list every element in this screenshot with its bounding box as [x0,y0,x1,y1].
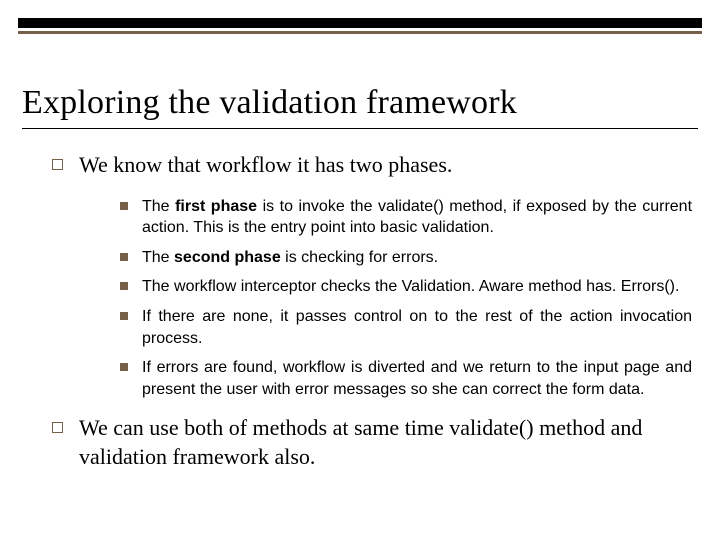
decorative-top-bars [18,18,702,36]
level1-text: We know that workflow it has two phases. [79,151,698,180]
square-filled-bullet-icon [120,253,128,261]
square-filled-bullet-icon [120,282,128,290]
top-bar-thin [18,31,702,34]
title-underline [22,128,698,129]
square-filled-bullet-icon [120,363,128,371]
level1-list: We can use both of methods at same time … [22,414,698,471]
list-item: The workflow interceptor checks the Vali… [22,276,698,298]
list-item: The first phase is to invoke the validat… [22,196,698,239]
list-item: The second phase is checking for errors. [22,247,698,269]
level2-text: If errors are found, workflow is diverte… [142,357,692,400]
level2-text: The first phase is to invoke the validat… [142,196,692,239]
slide-title: Exploring the validation framework [22,84,698,122]
level1-text: We can use both of methods at same time … [79,414,698,471]
bold-span: second phase [174,249,281,266]
square-outline-bullet-icon [52,422,63,433]
level2-list: The first phase is to invoke the validat… [22,196,698,401]
list-item: If there are none, it passes control on … [22,306,698,349]
square-filled-bullet-icon [120,202,128,210]
square-outline-bullet-icon [52,159,63,170]
top-bar-thick [18,18,702,28]
list-item: We can use both of methods at same time … [22,414,698,471]
square-filled-bullet-icon [120,312,128,320]
level1-list: We know that workflow it has two phases. [22,151,698,180]
list-item: If errors are found, workflow is diverte… [22,357,698,400]
level2-text: If there are none, it passes control on … [142,306,692,349]
slide-content: Exploring the validation framework We kn… [22,84,698,488]
text-span: is checking for errors. [285,249,438,266]
list-item: We know that workflow it has two phases. [22,151,698,180]
level2-text: The workflow interceptor checks the Vali… [142,276,692,298]
level2-text: The second phase is checking for errors. [142,247,692,269]
bold-span: first phase [175,198,257,215]
